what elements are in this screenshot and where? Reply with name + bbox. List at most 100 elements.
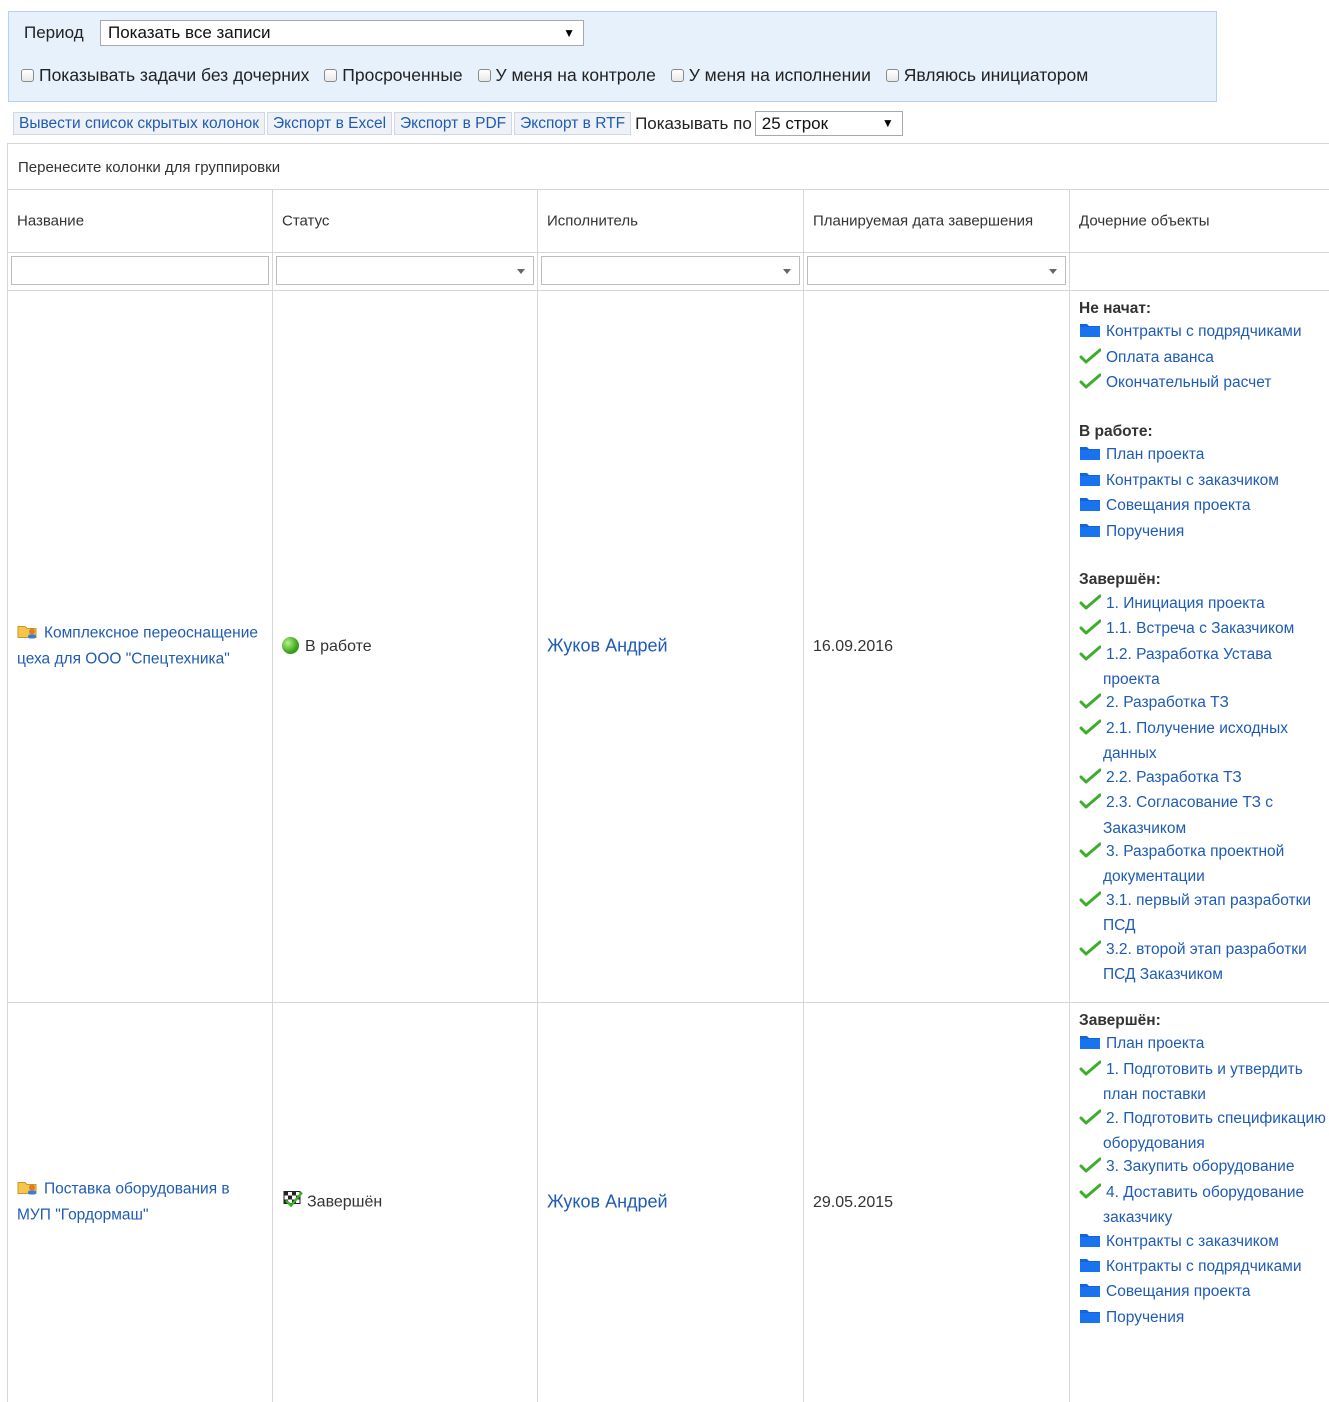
child-object-link[interactable]: 3. Закупить оборудование [1106, 1158, 1294, 1175]
child-object-item[interactable]: План проекта [1079, 1032, 1329, 1057]
filter-checkboxes: Показывать задачи без дочерних Просрочен… [21, 65, 1098, 87]
child-object-link[interactable]: Поручения [1106, 1309, 1184, 1326]
child-object-item[interactable]: 2.1. Получение исходных данных [1079, 717, 1329, 766]
child-object-link[interactable]: 1.2. Разработка Устава проекта [1103, 646, 1272, 688]
child-object-link[interactable]: Контракты с подрядчиками [1106, 1258, 1302, 1275]
header-name[interactable]: Название [7, 190, 272, 252]
cell-name: Поставка оборудования в МУП "Гордормаш" [7, 1002, 272, 1402]
group-drop-area[interactable]: Перенесите колонки для группировки [7, 143, 1329, 190]
children-list: Завершён: План проекта 1. Подготовить и ут… [1079, 1009, 1329, 1331]
child-object-link[interactable]: План проекта [1106, 446, 1204, 463]
child-object-item[interactable]: Контракты с подрядчиками [1079, 320, 1329, 345]
child-object-item[interactable]: Окончательный расчет [1079, 371, 1329, 396]
child-object-item[interactable]: Оплата аванса [1079, 346, 1329, 371]
child-object-item[interactable]: 3.2. второй этап разработки ПСД Заказчик… [1079, 938, 1329, 987]
child-object-link[interactable]: Окончательный расчет [1106, 374, 1271, 391]
checkbox-on-execution[interactable]: У меня на исполнении [670, 65, 871, 86]
child-object-item[interactable]: 2. Подготовить спецификацию оборудования [1079, 1107, 1329, 1156]
checkbox-on-control[interactable]: У меня на контроле [477, 65, 656, 86]
child-object-link[interactable]: 2. Подготовить спецификацию оборудования [1103, 1110, 1326, 1152]
period-select[interactable]: Показать все записи ▼ [100, 20, 584, 46]
checkbox-box[interactable] [477, 69, 491, 82]
project-link[interactable]: Комплексное переоснащение цеха для ООО "… [17, 625, 258, 668]
child-object-item[interactable]: 2.3. Согласование ТЗ с Заказчиком [1079, 791, 1329, 840]
period-label: Период [24, 23, 84, 42]
child-object-item[interactable]: Контракты с заказчиком [1079, 1230, 1329, 1255]
child-object-link[interactable]: 3.2. второй этап разработки ПСД Заказчик… [1103, 941, 1307, 983]
checkbox-overdue[interactable]: Просроченные [324, 65, 463, 86]
filter-cell [272, 252, 537, 290]
child-object-item[interactable]: Совещания проекта [1079, 494, 1329, 519]
child-object-item[interactable]: 3.1. первый этап разработки ПСД [1079, 889, 1329, 938]
child-object-item[interactable]: 2.2. Разработка ТЗ [1079, 766, 1329, 791]
child-object-item[interactable]: 4. Доставить оборудование заказчику [1079, 1181, 1329, 1230]
hidden-columns-button[interactable]: Вывести список скрытых колонок [13, 112, 266, 135]
child-object-item[interactable]: Поручения [1079, 520, 1329, 545]
child-object-link[interactable]: 3.1. первый этап разработки ПСД [1103, 892, 1311, 934]
child-object-item[interactable]: 2. Разработка ТЗ [1079, 691, 1329, 716]
checkbox-box[interactable] [885, 69, 899, 82]
filter-executor-select[interactable] [541, 256, 800, 285]
child-object-link[interactable]: Оплата аванса [1106, 349, 1214, 366]
child-object-link[interactable]: 4. Доставить оборудование заказчику [1103, 1184, 1304, 1226]
child-object-item[interactable]: 1. Инициация проекта [1079, 592, 1329, 617]
child-object-item[interactable]: Поручения [1079, 1306, 1329, 1331]
filter-status-select[interactable] [276, 256, 534, 285]
cell-date: 29.05.2015 [803, 1002, 1069, 1402]
child-object-item[interactable]: 3. Закупить оборудование [1079, 1155, 1329, 1180]
header-status[interactable]: Статус [272, 190, 537, 252]
child-object-item[interactable]: План проекта [1079, 443, 1329, 468]
child-object-item[interactable]: Контракты с подрядчиками [1079, 1255, 1329, 1280]
child-object-link[interactable]: 1. Подготовить и утвердить план поставки [1103, 1061, 1303, 1103]
export-excel-button[interactable]: Экспорт в Excel [267, 112, 393, 135]
child-object-link[interactable]: 2.3. Согласование ТЗ с Заказчиком [1103, 794, 1273, 836]
header-children[interactable]: Дочерние объекты [1069, 190, 1329, 252]
child-object-link[interactable]: 2.1. Получение исходных данных [1103, 720, 1288, 762]
filter-panel: Период Показать все записи ▼ Показывать … [8, 11, 1217, 102]
folder-icon [1079, 445, 1101, 468]
child-object-item[interactable]: 1.2. Разработка Устава проекта [1079, 643, 1329, 692]
dropdown-arrow-icon [517, 269, 525, 274]
child-object-item[interactable]: Совещания проекта [1079, 1280, 1329, 1305]
finish-flag-icon [282, 1191, 304, 1214]
child-object-link[interactable]: 1. Инициация проекта [1106, 595, 1265, 612]
checkbox-label: У меня на контроле [495, 65, 656, 85]
executor-link[interactable]: Жуков Андрей [547, 1192, 668, 1212]
child-object-item[interactable]: 1. Подготовить и утвердить план поставки [1079, 1058, 1329, 1107]
child-object-link[interactable]: Контракты с заказчиком [1106, 1233, 1279, 1250]
export-rtf-button[interactable]: Экспорт в RTF [514, 112, 632, 135]
filter-date-select[interactable] [807, 256, 1066, 285]
export-pdf-button[interactable]: Экспорт в PDF [394, 112, 513, 135]
header-executor[interactable]: Исполнитель [537, 190, 803, 252]
rows-per-page-select[interactable]: 25 строк ▼ [754, 111, 903, 136]
executor-link[interactable]: Жуков Андрей [547, 636, 668, 656]
child-object-link[interactable]: Поручения [1106, 523, 1184, 540]
folder-icon [1079, 322, 1101, 345]
child-object-link[interactable]: Контракты с подрядчиками [1106, 323, 1302, 340]
child-object-link[interactable]: 2.2. Разработка ТЗ [1106, 769, 1242, 786]
cell-executor: Жуков Андрей [537, 1002, 803, 1402]
checkbox-initiator[interactable]: Являюсь инициатором [885, 65, 1088, 86]
table-row: Поставка оборудования в МУП "Гордормаш" … [7, 1002, 1329, 1402]
header-planned-date[interactable]: Планируемая дата завершения [803, 190, 1069, 252]
checkbox-no-children[interactable]: Показывать задачи без дочерних [21, 65, 309, 86]
child-object-link[interactable]: План проекта [1106, 1035, 1204, 1052]
filter-name-input[interactable] [11, 256, 269, 285]
child-object-link[interactable]: 3. Разработка проектной документации [1103, 843, 1284, 885]
checkbox-box[interactable] [670, 69, 684, 82]
child-object-link[interactable]: Совещания проекта [1106, 1283, 1251, 1300]
child-object-item[interactable]: Контракты с заказчиком [1079, 469, 1329, 494]
checkbox-box[interactable] [324, 69, 338, 82]
child-object-link[interactable]: 1.1. Встреча с Заказчиком [1106, 620, 1294, 637]
check-icon [1079, 1060, 1102, 1083]
checkbox-box[interactable] [21, 69, 34, 82]
child-object-item[interactable]: 1.1. Встреча с Заказчиком [1079, 617, 1329, 642]
checkbox-label: Просроченные [342, 65, 463, 85]
child-object-link[interactable]: Совещания проекта [1106, 497, 1251, 514]
status-text: Завершён [307, 1193, 383, 1211]
child-object-link[interactable]: Контракты с заказчиком [1106, 472, 1279, 489]
child-object-item[interactable]: 3. Разработка проектной документации [1079, 840, 1329, 889]
child-object-link[interactable]: 2. Разработка ТЗ [1106, 694, 1229, 711]
project-link[interactable]: Поставка оборудования в МУП "Гордормаш" [17, 1181, 230, 1224]
